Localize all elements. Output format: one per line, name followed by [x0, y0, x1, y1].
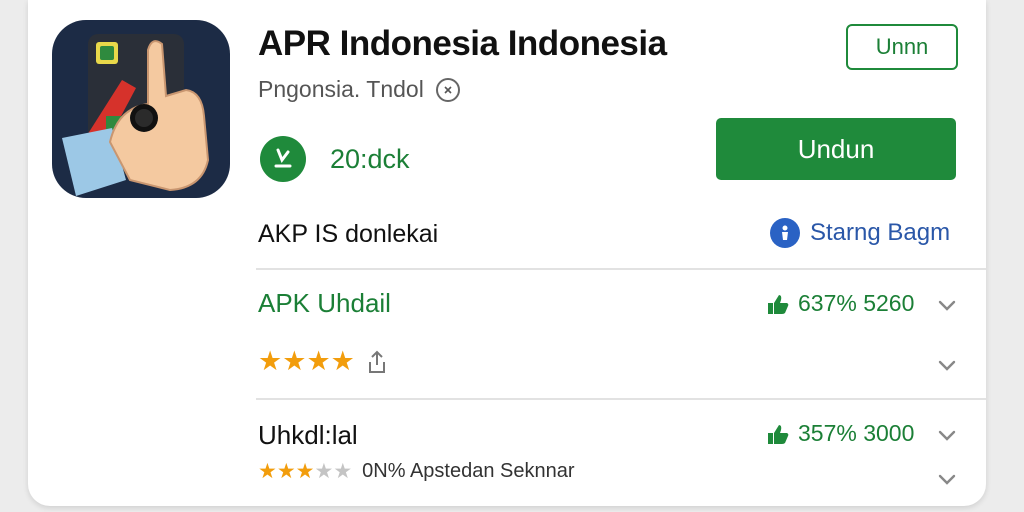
chevron-down-icon[interactable] — [934, 292, 960, 318]
rating-stars: ★ ★ ★ ★ — [258, 348, 389, 375]
row-stat: 357% 3000 — [766, 420, 914, 447]
app-listing-card: APR Indonesia Indonesia Pngonsia. Tndol … — [28, 0, 986, 506]
row-stat-value: 357% 3000 — [798, 420, 915, 446]
star-icon: ★ — [258, 460, 277, 483]
section-title: AKP IS donlekai — [258, 220, 439, 248]
thumbs-up-icon — [768, 424, 789, 444]
downloads-row: 20:dck — [260, 136, 410, 182]
star-icon: ★ — [330, 346, 355, 376]
secondary-button[interactable]: Unnn — [846, 24, 958, 70]
row-stat: 637% 5260 — [766, 290, 914, 317]
row-stat-value: 637% 5260 — [798, 290, 915, 316]
thumbs-up-icon — [768, 294, 789, 314]
hand-touch-app-icon[interactable] — [52, 20, 230, 198]
chevron-down-icon[interactable] — [934, 352, 960, 378]
star-icon: ★ — [314, 460, 334, 483]
download-icon — [260, 136, 306, 182]
install-button[interactable]: Undun — [716, 118, 956, 180]
download-count: 20:dck — [330, 143, 410, 174]
divider — [256, 398, 986, 400]
info-person-icon — [770, 218, 800, 248]
app-title: APR Indonesia Indonesia — [258, 24, 667, 63]
star-icon: ★ — [333, 460, 353, 483]
share-link[interactable]: Starng Bagm — [770, 218, 950, 248]
rating-stars: ★ ★ ★ ★ ★ 0N% Apstedan Seknnar — [258, 460, 575, 483]
info-icon[interactable] — [435, 77, 460, 102]
share-label: Starng Bagm — [810, 219, 951, 246]
star-icon: ★ — [282, 346, 307, 376]
row-subtext: 0N% Apstedan Seknnar — [362, 460, 575, 482]
developer-name[interactable]: Pngonsia. Tndol — [258, 76, 460, 103]
divider — [256, 268, 986, 270]
chevron-down-icon[interactable] — [934, 422, 960, 448]
star-icon: ★ — [306, 346, 331, 376]
star-icon: ★ — [276, 460, 296, 483]
row-title[interactable]: Uhkdl:lal — [258, 420, 358, 451]
share-icon[interactable] — [365, 349, 389, 375]
chevron-down-icon[interactable] — [934, 466, 960, 492]
star-icon: ★ — [295, 460, 315, 483]
star-icon: ★ — [258, 346, 283, 376]
row-title[interactable]: APK Uhdail — [258, 288, 391, 319]
developer-label: Pngonsia. Tndol — [258, 76, 424, 102]
